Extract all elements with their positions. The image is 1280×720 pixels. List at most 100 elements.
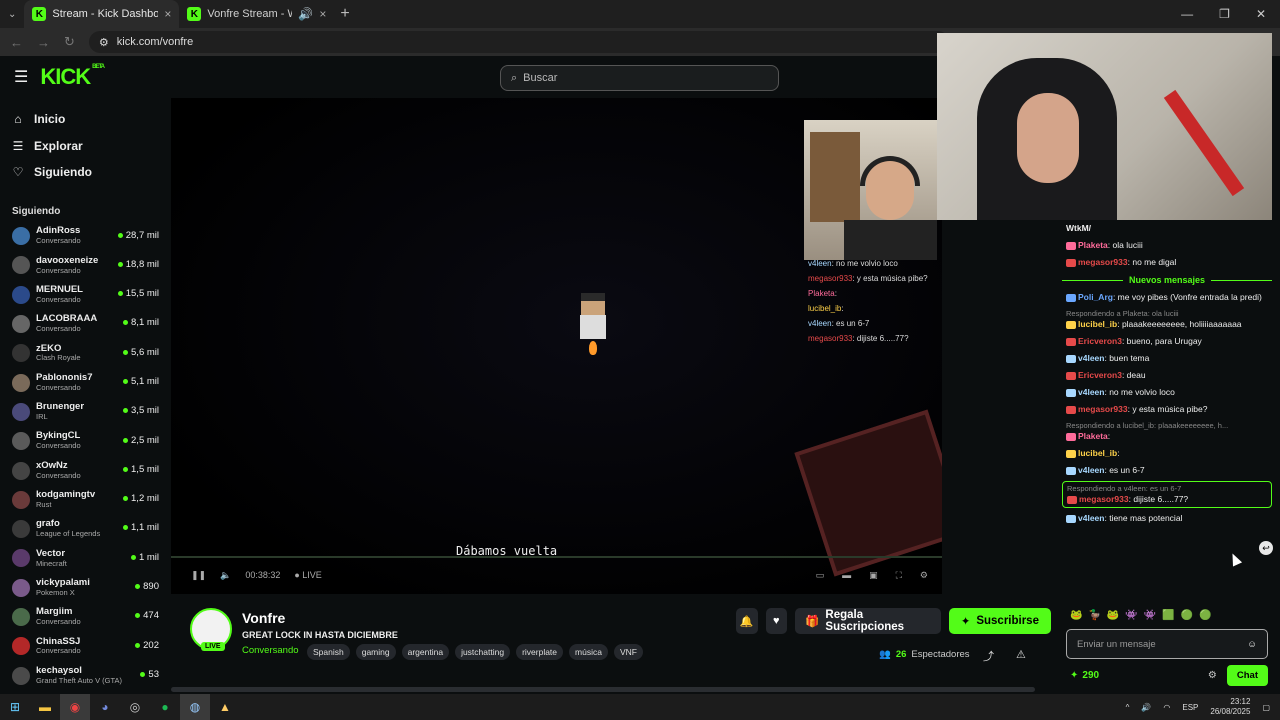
chat-username[interactable]: megasor933 [1079, 494, 1129, 504]
wifi-icon[interactable]: ◠ [1163, 703, 1170, 712]
progress-bar[interactable] [171, 556, 942, 558]
chat-username[interactable]: lucibel_ib [1078, 448, 1117, 458]
language-indicator[interactable]: ESP [1182, 703, 1198, 712]
page-scrollbar[interactable] [171, 687, 1035, 692]
chat-username[interactable]: v4leen [1078, 513, 1104, 523]
chat-message[interactable]: Respondiendo a lucibel_ib: plaaakeeeeeee… [1054, 418, 1280, 445]
forward-icon[interactable]: → [37, 35, 50, 50]
tab-close-icon[interactable]: × [164, 7, 171, 21]
search-input[interactable]: ⌕ Buscar [500, 65, 779, 91]
theater-icon[interactable]: ▬ [842, 570, 851, 581]
emote-icon[interactable]: 🐸 [1070, 610, 1082, 621]
emoji-icon[interactable]: ☺ [1247, 639, 1257, 650]
tag[interactable]: música [569, 644, 608, 660]
following-item[interactable]: Vector Minecraft 1 mil [0, 544, 171, 573]
start-icon[interactable]: ⊞ [0, 694, 30, 720]
pause-icon[interactable]: ❚❚ [191, 570, 206, 581]
following-item[interactable]: MERNUEL Conversando 15,5 mil [0, 280, 171, 309]
chat-username[interactable]: Ericveron3 [1078, 370, 1122, 380]
tag[interactable]: Spanish [307, 644, 350, 660]
chat-message[interactable]: Respondiendo a Plaketa: ola luciii lucibe… [1054, 306, 1280, 333]
chat-settings-icon[interactable]: ⚙ [1208, 670, 1217, 681]
tag[interactable]: VNF [613, 644, 643, 660]
discord-icon[interactable]: ◕ [90, 694, 120, 720]
chat-message[interactable]: megasor933: no me digal [1054, 254, 1280, 271]
new-tab-icon[interactable]: + [340, 5, 349, 23]
tag[interactable]: gaming [355, 644, 396, 660]
following-item[interactable]: Brunenger IRL 3,5 mil [0, 397, 171, 426]
emote-icon[interactable]: 🟩 [1162, 610, 1174, 621]
following-item[interactable]: xOwNz Conversando 1,5 mil [0, 456, 171, 485]
tab-close-icon[interactable]: × [319, 7, 326, 21]
menu-icon[interactable]: ☰ [14, 67, 28, 87]
reload-icon[interactable]: ↻ [64, 34, 75, 50]
chat-username[interactable]: lucibel_ib [1078, 319, 1117, 329]
obs-icon[interactable]: ◎ [120, 694, 150, 720]
following-item[interactable]: kechaysol Grand Theft Auto V (GTA) 53 [0, 661, 171, 690]
maximize-icon[interactable]: ❐ [1219, 7, 1230, 21]
site-info-icon[interactable]: ⚙ [99, 36, 109, 49]
chat-message[interactable]: v4leen: es un 6-7 [1054, 462, 1280, 479]
chat-message[interactable]: Ericveron3: deau [1054, 367, 1280, 384]
emote-icon[interactable]: 🐸 [1107, 610, 1119, 621]
stream-category[interactable]: Conversando [242, 645, 299, 656]
chat-message[interactable]: megasor933: y esta música pibe? [1054, 401, 1280, 418]
gift-subs-button[interactable]: 🎁 Regala Suscripciones [795, 608, 941, 634]
chat-message[interactable]: v4leen: no me volvio loco [1054, 384, 1280, 401]
chat-username[interactable]: v4leen [1078, 353, 1104, 363]
tag[interactable]: justchatting [455, 644, 511, 660]
settings-icon[interactable]: ⚙ [920, 570, 928, 581]
chat-username[interactable]: Poli_Arg [1078, 292, 1113, 302]
following-item[interactable]: grafo League of Legends 1,1 mil [0, 514, 171, 543]
chat-username[interactable]: megasor933 [1078, 257, 1128, 267]
close-window-icon[interactable]: ✕ [1256, 7, 1266, 21]
notify-button[interactable]: 🔔 [736, 608, 758, 634]
back-icon[interactable]: ← [10, 35, 23, 50]
chat-username[interactable]: Plaketa [1078, 431, 1108, 441]
spotify-icon[interactable]: ● [150, 694, 180, 720]
emote-icon[interactable]: 🟢 [1199, 610, 1211, 621]
pip-icon[interactable]: ▭ [816, 570, 825, 581]
sidebar-item-siguiendo[interactable]: ♡ Siguiendo [0, 159, 171, 186]
tab-menu-icon[interactable]: ⌄ [8, 9, 16, 20]
chat-username[interactable]: megasor933 [1078, 404, 1128, 414]
emote-icon[interactable]: 👾 [1144, 610, 1156, 621]
following-item[interactable]: davooxeneize Conversando 18,8 mil [0, 251, 171, 280]
file-explorer-icon[interactable]: ▬ [30, 694, 60, 720]
chevron-up-icon[interactable]: ^ [1126, 703, 1130, 712]
fullscreen-icon[interactable]: ⛶ [896, 570, 902, 581]
sidebar-item-explorar[interactable]: ☰ Explorar [0, 133, 171, 160]
chat-username[interactable]: Plaketa [1078, 240, 1108, 250]
chat-send-button[interactable]: Chat [1226, 665, 1268, 686]
chat-username[interactable]: Ericveron3 [1078, 336, 1122, 346]
following-item[interactable]: BykingCL Conversando 2,5 mil [0, 427, 171, 456]
volume-icon[interactable]: 🔈 [220, 570, 231, 581]
emote-icon[interactable]: 🦆 [1088, 610, 1100, 621]
notification-icon[interactable]: ▢ [1262, 703, 1270, 712]
channel-name[interactable]: Vonfre [242, 610, 285, 626]
emote-icon[interactable]: 👾 [1125, 610, 1137, 621]
subscribe-button[interactable]: ✦ Suscribirse [948, 608, 1051, 634]
following-item[interactable]: Margiim Conversando 474 [0, 602, 171, 631]
following-item[interactable]: AdinRoss Conversando 28,7 mil [0, 222, 171, 251]
game-icon[interactable]: ▲ [210, 694, 240, 720]
chat-message[interactable]: v4leen: buen tema [1054, 350, 1280, 367]
chat-message[interactable]: Respondiendo a v4leen: es un 6-7 megasor9… [1062, 481, 1272, 508]
following-item[interactable]: Pablononis7 Conversando 5,1 mil [0, 368, 171, 397]
follow-button[interactable]: ♥ [765, 608, 788, 634]
chrome-icon[interactable]: ◉ [60, 694, 90, 720]
kick-logo[interactable]: KICK BETA [40, 64, 105, 90]
clock[interactable]: 23:12 26/08/2025 [1210, 697, 1250, 716]
report-icon[interactable]: ⚠ [1016, 648, 1026, 664]
chat-message[interactable]: Ericveron3: bueno, para Urugay [1054, 333, 1280, 350]
chat-message[interactable]: lucibel_ib: [1054, 445, 1280, 462]
chat-message[interactable]: Poli_Arg: me voy pibes (Vonfre entrada l… [1054, 289, 1280, 306]
clip-icon[interactable]: ▣ [869, 570, 878, 581]
share-icon[interactable]: ⤴ [983, 648, 994, 664]
url-field[interactable]: ⚙ kick.com/vonfre [88, 31, 949, 53]
following-item[interactable]: vickypalami Pokemon X 890 [0, 573, 171, 602]
audio-icon[interactable]: 🔊 [298, 7, 313, 21]
chat-username[interactable]: v4leen [1078, 387, 1104, 397]
chat-message[interactable]: Plaketa: ola luciii [1054, 237, 1280, 254]
tag[interactable]: argentina [401, 644, 450, 660]
